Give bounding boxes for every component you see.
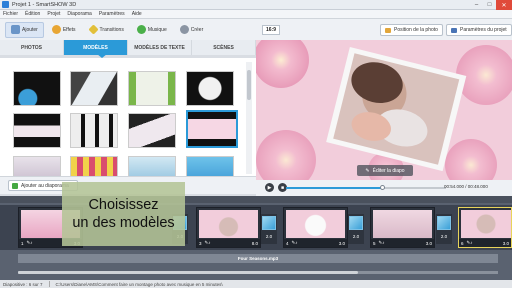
slide-tools-icon[interactable]: ✎♪ <box>205 240 211 246</box>
playback-progress[interactable] <box>286 185 446 190</box>
divider <box>48 281 50 287</box>
window-title: Projet 1 - SmartSHOW 3D <box>12 1 77 8</box>
project-settings-button[interactable]: Paramètres du projet <box>446 24 512 36</box>
menu-slideshow[interactable]: Diaporama <box>67 11 91 17</box>
progress-handle[interactable] <box>379 185 385 190</box>
title-bar: Projet 1 - SmartSHOW 3D – □ ✕ <box>0 0 512 10</box>
add-button[interactable]: Ajouter <box>5 21 44 38</box>
photo-position-button[interactable]: Position de la photo <box>380 24 443 36</box>
aspect-ratio-button[interactable]: 16:9 <box>262 24 281 35</box>
audio-track-label: Four Seasons.mp3 <box>237 256 279 261</box>
project-path: C:\Users\Diane\AMS\Comment faire un mont… <box>55 281 223 287</box>
slide-thumbnail <box>199 210 258 238</box>
slide-info: 3 ✎♪ 8.0 <box>197 239 260 247</box>
window-controls: – □ ✕ <box>470 0 512 10</box>
slide-counter: Diapositive : 6 sur 7 <box>3 281 43 287</box>
timeline-transition[interactable]: 2.0 <box>348 214 364 244</box>
music-icon <box>136 25 146 34</box>
app-icon <box>2 1 9 8</box>
timeline-slide-selected[interactable]: 6 ✎♪ 3.0 <box>458 207 512 248</box>
progress-fill <box>286 187 382 189</box>
caption-line-2: un des modèles <box>72 215 175 231</box>
template-thumb[interactable] <box>70 156 118 176</box>
template-thumb[interactable] <box>186 156 234 176</box>
transition-icon <box>262 216 276 230</box>
tab-text-templates[interactable]: MODÈLES DE TEXTE <box>128 40 192 55</box>
timeline-transition[interactable]: 2.0 <box>261 214 277 244</box>
menu-settings[interactable]: Paramètres <box>99 11 125 17</box>
timeline-transition[interactable]: 2.0 <box>436 214 452 244</box>
slide-thumbnail <box>373 210 432 238</box>
slide-preview[interactable] <box>256 40 512 180</box>
total-time: 00:48.000 <box>467 184 488 189</box>
template-thumb[interactable] <box>13 71 61 106</box>
time-display: 00:54.000 / 00:48.000 <box>444 184 488 189</box>
slide-thumbnail <box>461 210 511 238</box>
audio-track[interactable]: Four Seasons.mp3 <box>18 254 498 263</box>
scrollbar-thumb[interactable] <box>18 271 358 274</box>
template-thumb[interactable] <box>128 113 176 148</box>
close-icon[interactable]: ✕ <box>496 0 512 10</box>
slide-thumbnail <box>286 210 345 238</box>
edit-slide-button[interactable]: ✎ Éditer la diapo <box>357 165 413 176</box>
menu-file[interactable]: Fichier <box>3 11 18 17</box>
tab-scenes[interactable]: SCÈNES <box>192 40 256 55</box>
transition-icon <box>349 216 363 230</box>
preview-image <box>256 40 512 180</box>
slide-info: 4 ✎♪ 3.0 <box>284 239 347 247</box>
timeline-slide[interactable]: 3 ✎♪ 8.0 <box>196 207 261 248</box>
settings-icon <box>451 27 457 33</box>
maximize-icon[interactable]: □ <box>483 0 496 10</box>
template-thumb[interactable] <box>186 71 234 106</box>
menu-project[interactable]: Projet <box>47 11 60 17</box>
gallery-scrollbar[interactable] <box>246 62 252 174</box>
tab-photos[interactable]: PHOTOS <box>0 40 64 55</box>
menu-edit[interactable]: Édition <box>25 11 40 17</box>
template-thumb[interactable] <box>70 113 118 148</box>
slide-tools-icon[interactable]: ✎♪ <box>292 240 298 246</box>
status-bar: Diapositive : 6 sur 7 C:\Users\Diane\AMS… <box>0 280 512 288</box>
timeline-slide[interactable]: 4 ✎♪ 3.0 <box>283 207 348 248</box>
effects-button[interactable]: Effets <box>47 22 81 38</box>
template-thumb[interactable] <box>128 71 176 106</box>
position-icon <box>385 27 391 33</box>
scrollbar-thumb[interactable] <box>247 70 251 100</box>
template-thumb[interactable] <box>13 113 61 148</box>
caption-line-1: Choisissez <box>88 197 159 213</box>
slide-tools-icon[interactable]: ✎♪ <box>379 240 385 246</box>
slide-tools-icon[interactable]: ✎♪ <box>27 240 33 246</box>
add-photos-icon <box>11 25 20 34</box>
arrow-down-icon <box>12 182 18 189</box>
tab-templates[interactable]: MODÈLES <box>64 40 128 55</box>
timeline-scrollbar[interactable] <box>18 271 498 274</box>
template-thumb-selected[interactable] <box>186 110 238 148</box>
template-thumb[interactable] <box>70 71 118 106</box>
create-icon <box>179 25 189 34</box>
template-thumb[interactable] <box>128 156 176 176</box>
slide-info: 5 ✎♪ 3.0 <box>371 239 434 247</box>
template-thumb[interactable] <box>13 156 61 176</box>
menu-bar: Fichier Édition Projet Diaporama Paramèt… <box>0 10 512 19</box>
slide-info: 6 ✎♪ 3.0 <box>459 239 511 247</box>
create-button[interactable]: Créer <box>175 22 209 38</box>
transitions-icon <box>87 24 99 35</box>
play-icon[interactable]: ▶ <box>265 183 274 192</box>
slide-tools-icon[interactable]: ✎♪ <box>467 240 473 246</box>
timeline-slide[interactable]: 5 ✎♪ 3.0 <box>370 207 435 248</box>
tutorial-caption: Choisissez un des modèles <box>62 182 185 246</box>
effects-icon <box>51 25 61 34</box>
menu-help[interactable]: Aide <box>132 11 142 17</box>
current-time: 00:54.000 <box>444 184 465 189</box>
library-tabs: PHOTOS MODÈLES MODÈLES DE TEXTE SCÈNES <box>0 40 256 55</box>
music-button[interactable]: Musique <box>132 22 172 38</box>
transition-icon <box>437 216 451 230</box>
transitions-button[interactable]: Transitions <box>84 22 129 38</box>
pencil-icon: ✎ <box>365 167 370 174</box>
minimize-icon[interactable]: – <box>470 0 483 10</box>
main-toolbar: Ajouter Effets Transitions Musique Créer <box>0 19 256 40</box>
template-gallery <box>0 58 256 176</box>
